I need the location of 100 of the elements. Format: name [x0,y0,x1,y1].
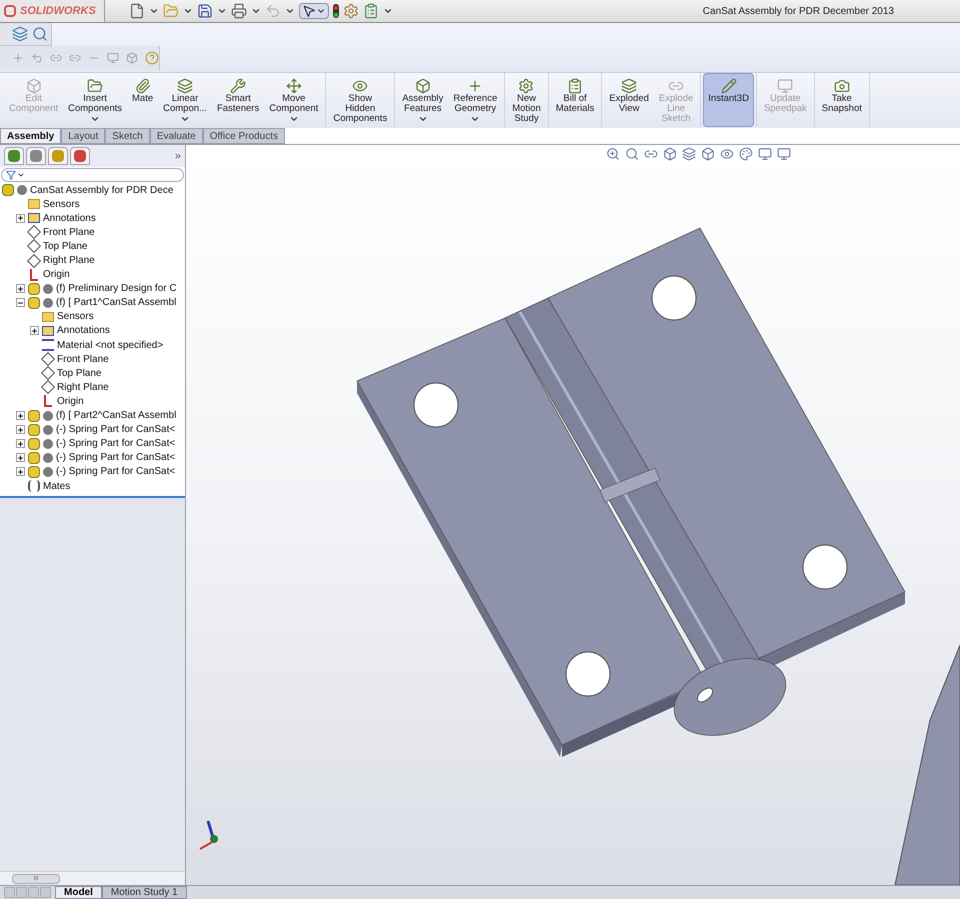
part-icon [28,282,40,295]
ribbon-button[interactable]: New Motion Study [507,73,546,127]
caret-icon[interactable] [149,6,159,16]
caret-icon[interactable] [383,6,393,16]
tree-item[interactable]: (f) [ Part1^CanSat Assembl [56,295,176,310]
ribbon-button[interactable]: Mate [127,73,158,127]
table-icon [567,78,584,94]
expander-icon[interactable] [16,467,25,476]
mates-icon [28,480,40,492]
zoom-area-icon[interactable] [625,147,639,161]
tab[interactable]: Office Products [202,128,285,144]
tree-item[interactable]: Sensors [57,309,94,324]
tree-item[interactable]: (f) [ Part2^CanSat Assembl [56,408,176,424]
pattern-icon [177,78,194,94]
hide-show-icon[interactable] [720,147,734,161]
filter-field[interactable] [1,168,184,182]
tab[interactable]: Evaluate [150,128,203,144]
caret-icon[interactable] [183,6,193,16]
tree-item[interactable]: Front Plane [43,224,95,240]
tab[interactable]: Layout [61,128,106,144]
caret-icon[interactable] [470,114,480,124]
save-icon[interactable] [197,3,213,19]
tree-item[interactable]: (-) Spring Part for CanSat< [56,422,176,438]
ribbon-button[interactable]: Instant3D [703,73,754,127]
traffic-light-icon[interactable] [333,4,339,18]
ds-logo-icon [4,5,16,17]
properties-icon[interactable] [26,147,46,165]
print-icon[interactable] [231,3,247,19]
tree-item[interactable]: Right Plane [43,253,95,268]
expander-icon[interactable] [30,326,39,336]
tab[interactable]: Assembly [0,128,62,144]
expander-icon[interactable] [16,298,25,308]
tree-item[interactable]: (-) Spring Part for CanSat< [56,436,176,452]
plane-icon [26,225,42,240]
plane-icon [26,253,42,268]
ribbon-button[interactable]: Show Hidden Components [328,73,392,127]
graphics-viewport[interactable] [186,145,960,885]
display-style-icon[interactable] [701,147,715,161]
caret-icon[interactable] [90,114,100,124]
caret-icon[interactable] [288,114,299,124]
tree-item[interactable]: Right Plane [57,380,109,395]
ribbon-button[interactable]: Assembly Features [397,73,448,127]
expand-panel-button[interactable]: » [174,148,181,164]
tab[interactable]: Model [55,886,102,899]
caret-icon[interactable] [217,6,227,16]
expander-icon[interactable] [16,453,25,462]
ribbon-button[interactable]: Take Snapshot [816,73,867,127]
ribbon-button[interactable]: Move Component [264,73,324,127]
list-icon[interactable] [363,3,379,19]
tree-item[interactable]: Front Plane [57,352,109,367]
plane-icon [40,352,56,366]
tree-item[interactable]: Annotations [57,323,110,338]
tree-item[interactable]: Mates [43,478,70,494]
part-icon [28,296,40,309]
expander-icon[interactable] [16,284,25,294]
document-search-icon[interactable] [32,26,48,42]
appearance-icon[interactable] [739,147,753,161]
caret-icon[interactable] [418,114,428,124]
tree-item[interactable]: Annotations [43,210,96,226]
tab[interactable]: Motion Study 1 [102,886,187,899]
ribbon-button[interactable]: Insert Components [63,73,127,127]
ribbon-button[interactable]: Reference Geometry [448,73,502,127]
expander-icon[interactable] [16,439,25,448]
expander-icon[interactable] [16,411,25,420]
tree-item[interactable]: Sensors [43,196,80,212]
annotation-folder-icon [42,326,54,336]
tree-item[interactable]: (f) Preliminary Design for C [56,281,177,296]
plane-icon [40,380,56,394]
ribbon-button[interactable]: Exploded View [604,73,654,127]
assembly-icon [2,184,14,196]
tree-item[interactable]: Origin [43,267,70,282]
tree-item[interactable]: Top Plane [57,366,102,381]
tree-item[interactable]: Material <not specified> [57,338,164,353]
assembly-tree-icon[interactable] [4,147,24,165]
caret-icon[interactable] [180,114,190,124]
tree-item[interactable]: Top Plane [43,238,88,254]
ribbon-button[interactable]: Bill of Materials [550,73,600,127]
expander-icon[interactable] [16,214,25,223]
options-icon[interactable] [343,3,359,19]
material-icon [42,339,54,352]
new-document-icon[interactable] [129,3,145,19]
caret-icon[interactable] [251,6,261,16]
caret-icon[interactable] [285,6,295,16]
display-state-icon [43,284,53,294]
appearance-icon[interactable] [70,147,90,165]
expander-icon[interactable] [16,425,25,434]
layers-icon[interactable] [12,26,28,42]
sensor-folder-icon [28,199,40,210]
tree-item[interactable]: CanSat Assembly for PDR Dece [30,182,174,198]
tab[interactable]: Sketch [105,128,150,144]
select-button[interactable] [299,3,329,19]
ribbon-button[interactable]: Smart Fasteners [212,73,264,127]
tree-item[interactable]: (-) Spring Part for CanSat< [56,464,176,480]
part-icon [28,452,40,464]
zoom-icon[interactable] [606,147,620,161]
tree-item[interactable]: (-) Spring Part for CanSat< [56,450,176,466]
tree-item[interactable]: Origin [57,394,84,409]
feature-icon [414,78,431,94]
gears-icon [518,78,534,94]
ribbon-button[interactable]: Linear Compon... [158,73,212,127]
